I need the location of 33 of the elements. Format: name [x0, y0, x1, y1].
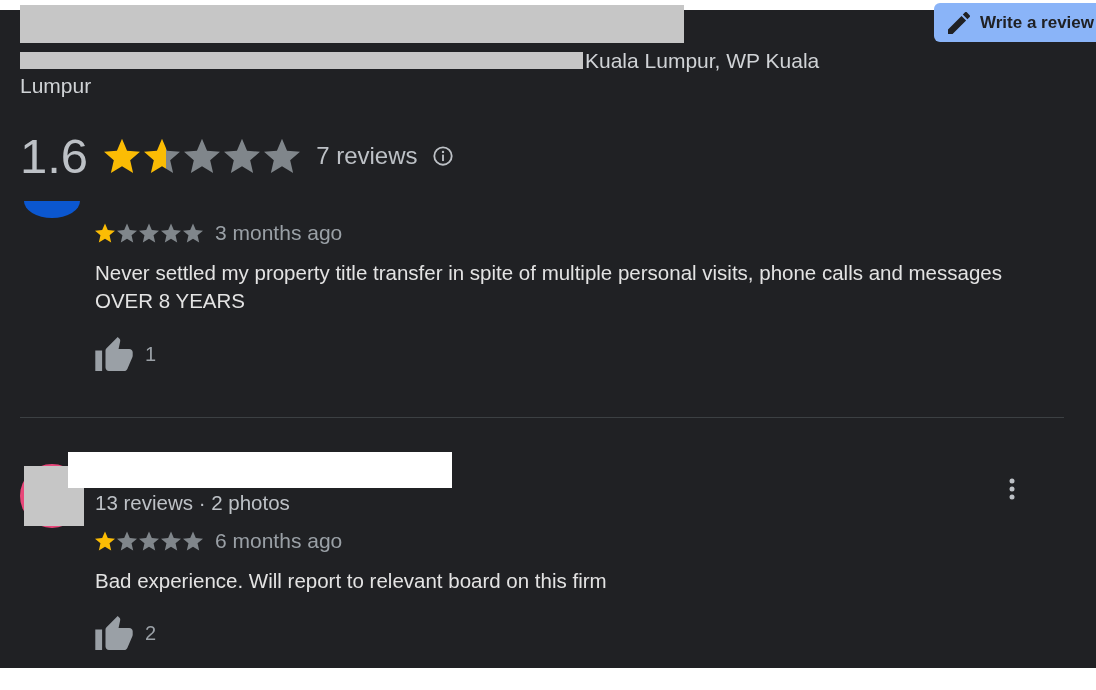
- like-count: 1: [145, 342, 157, 366]
- pencil-icon: [947, 11, 970, 34]
- star-icon: [95, 223, 115, 243]
- thumbs-up-icon[interactable]: [95, 616, 133, 650]
- star-icon: [104, 138, 141, 174]
- more-options-icon[interactable]: [1009, 478, 1015, 500]
- rating-value: 1.6: [20, 128, 89, 184]
- star-icon: [95, 531, 115, 551]
- star-icon: [184, 138, 221, 174]
- address-text: Kuala Lumpur, WP Kuala: [585, 48, 820, 73]
- review-text: Bad experience. Will report to relevant board on this firm: [95, 568, 607, 594]
- star-icon: [224, 138, 261, 174]
- write-review-button[interactable]: Write a review: [933, 3, 1096, 42]
- star-icon: [161, 223, 181, 243]
- star-icon: [144, 138, 181, 174]
- review-time: 6 months ago: [215, 529, 343, 553]
- like-count: 2: [145, 621, 157, 645]
- info-icon[interactable]: [431, 145, 454, 167]
- star-icon: [264, 138, 301, 174]
- star-icon: [139, 531, 159, 551]
- address-text: Lumpur: [20, 73, 92, 98]
- review-count: 7 reviews: [316, 142, 418, 170]
- star-icon: [161, 531, 181, 551]
- author-meta: 13 reviews · 2 photos: [95, 490, 290, 516]
- star-icon: [183, 531, 203, 551]
- star-icon: [183, 223, 203, 243]
- star-icon: [139, 223, 159, 243]
- thumbs-up-icon[interactable]: [95, 337, 133, 371]
- review-text: Never settled my property title transfer in spite of multiple personal visits, phone calls and messages OVER 8 YEARS: [95, 260, 1003, 314]
- star-icon: [117, 223, 137, 243]
- review-time: 3 months ago: [215, 221, 343, 245]
- avatar[interactable]: [20, 464, 84, 528]
- star-icon: [117, 531, 137, 551]
